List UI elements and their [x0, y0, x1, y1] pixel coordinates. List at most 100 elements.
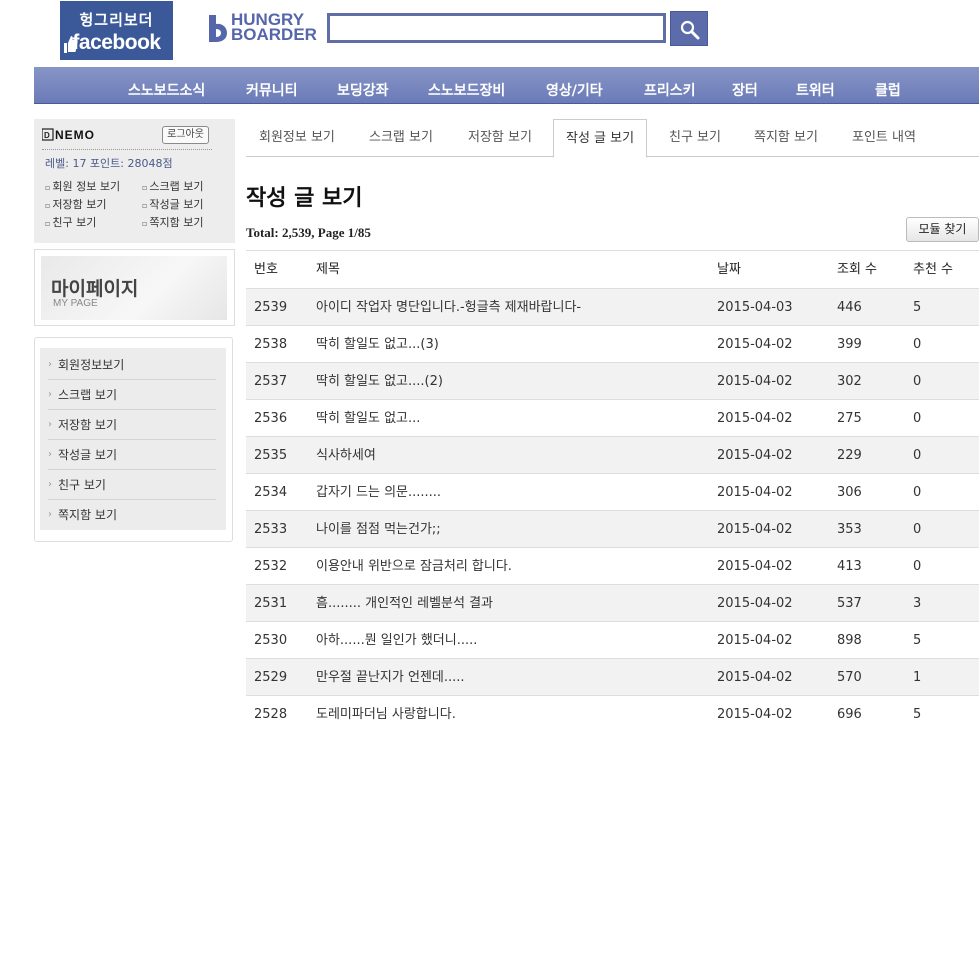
row-views: 229: [837, 448, 862, 463]
table-row: 2534 갑자기 드는 의문........ 2015-04-02 306 0: [246, 474, 979, 511]
side-menu-label: 회원정보보기: [58, 358, 125, 372]
table-row: 2532 이용안내 위반으로 잠금처리 합니다. 2015-04-02 413 0: [246, 548, 979, 585]
nav-freeski[interactable]: 프리스키: [644, 80, 696, 100]
login-link-saved[interactable]: 저장함 보기: [45, 196, 106, 212]
column-header-number: 번호: [254, 262, 278, 277]
search-button[interactable]: [670, 11, 708, 46]
login-link-my-posts[interactable]: 작성글 보기: [142, 196, 203, 212]
side-menu-list: › 회원정보보기 › 스크랩 보기 › 저장함 보기 › 작성글 보기 › 친구 보기 ›…: [40, 348, 226, 530]
tab-points[interactable]: 포인트 내역: [852, 119, 916, 157]
row-title[interactable]: 도레미파더님 사랑합니다.: [316, 696, 456, 733]
side-menu-friends[interactable]: › 친구 보기: [48, 470, 216, 500]
side-menu-saved[interactable]: › 저장함 보기: [48, 410, 216, 440]
row-number: 2536: [254, 411, 288, 426]
nav-snowboard-news[interactable]: 스노보드소식: [128, 80, 205, 100]
login-link-messages[interactable]: 쪽지함 보기: [142, 214, 203, 230]
table-row: 2535 식사하세여 2015-04-02 229 0: [246, 437, 979, 474]
row-title[interactable]: 이용안내 위반으로 잠금처리 합니다.: [316, 548, 512, 585]
login-link-scrap[interactable]: 스크랩 보기: [142, 178, 203, 194]
row-title[interactable]: 아하......뭔 일인가 했더니.....: [316, 622, 477, 659]
nav-club[interactable]: 클럽: [875, 80, 901, 100]
row-votes: 0: [913, 559, 922, 574]
side-menu-label: 작성글 보기: [58, 448, 118, 462]
tab-saved[interactable]: 저장함 보기: [468, 119, 532, 157]
nav-twitter[interactable]: 트위터: [796, 80, 835, 100]
side-menu-label: 친구 보기: [58, 478, 106, 492]
table-row: 2530 아하......뭔 일인가 했더니..... 2015-04-02 898 5: [246, 622, 979, 659]
side-menu-label: 스크랩 보기: [58, 388, 118, 402]
row-number: 2537: [254, 374, 288, 389]
side-menu-scrap[interactable]: › 스크랩 보기: [48, 380, 216, 410]
chevron-right-icon: ›: [48, 509, 52, 520]
mypage-banner-inner: 마이페이지 MY PAGE: [41, 256, 227, 320]
tab-member-info[interactable]: 회원정보 보기: [259, 119, 335, 157]
find-module-button[interactable]: 모듈 찾기: [906, 217, 979, 242]
tab-scrap[interactable]: 스크랩 보기: [369, 119, 433, 157]
table-row: 2533 나이를 점점 먹는건가;; 2015-04-02 353 0: [246, 511, 979, 548]
row-views: 302: [837, 374, 862, 389]
search-input[interactable]: [327, 13, 666, 43]
row-number: 2533: [254, 522, 288, 537]
column-header-votes[interactable]: 추천 수: [913, 251, 953, 289]
nav-market[interactable]: 장터: [732, 80, 758, 100]
nav-community[interactable]: 커뮤니티: [246, 80, 298, 100]
row-date: 2015-04-02: [717, 337, 793, 352]
side-menu-member-info[interactable]: › 회원정보보기: [48, 350, 216, 380]
tab-friends[interactable]: 친구 보기: [669, 119, 721, 157]
mypage-tabs: 회원정보 보기 스크랩 보기 저장함 보기 작성 글 보기 친구 보기 쪽지함 …: [246, 119, 979, 158]
row-title[interactable]: 식사하세여: [316, 437, 376, 474]
row-views: 353: [837, 522, 862, 537]
row-title[interactable]: 딱히 할일도 없고....(2): [316, 363, 443, 400]
row-date: 2015-04-02: [717, 633, 793, 648]
row-title[interactable]: 딱히 할일도 없고...(3): [316, 326, 439, 363]
row-views: 570: [837, 670, 862, 685]
table-row: 2539 아이디 작업자 명단입니다.-헝글측 제재바랍니다- 2015-04-03…: [246, 289, 979, 326]
row-number: 2535: [254, 448, 288, 463]
main-navigation: 스노보드소식 커뮤니티 보딩강좌 스노보드장비 영상/기타 프리스키 장터 트위…: [34, 67, 979, 104]
row-title[interactable]: 딱히 할일도 없고...: [316, 400, 420, 437]
hungryboarder-facebook-logo[interactable]: 헝그리보더 facebook: [60, 1, 173, 60]
row-votes: 3: [913, 596, 922, 611]
nav-snowboard-gear[interactable]: 스노보드장비: [428, 80, 505, 100]
column-header-date: 날짜: [717, 262, 741, 277]
row-title[interactable]: 나이를 점점 먹는건가;;: [316, 511, 441, 548]
nav-video-etc[interactable]: 영상/기타: [546, 80, 603, 100]
side-menu-my-posts[interactable]: › 작성글 보기: [48, 440, 216, 470]
table-row: 2531 흠........ 개인적인 레벨분석 결과 2015-04-02 537 3: [246, 585, 979, 622]
row-title[interactable]: 아이디 작업자 명단입니다.-헝글측 제재바랍니다-: [316, 289, 581, 326]
row-views: 898: [837, 633, 862, 648]
logout-button[interactable]: 로그아웃: [162, 126, 209, 144]
column-header-views[interactable]: 조회 수: [837, 251, 877, 289]
row-number: 2530: [254, 633, 288, 648]
search-icon: [680, 20, 700, 40]
row-number: 2539: [254, 300, 288, 315]
row-title[interactable]: 갑자기 드는 의문........: [316, 474, 441, 511]
hungry-boarder-logo[interactable]: HUNGRY BOARDER: [205, 11, 317, 45]
login-link-friends[interactable]: 친구 보기: [45, 214, 96, 230]
row-number: 2538: [254, 337, 288, 352]
row-title[interactable]: 흠........ 개인적인 레벨분석 결과: [316, 585, 493, 622]
login-link-member-info[interactable]: 회원 정보 보기: [45, 178, 120, 194]
table-header: 번호 제목 날짜 조회 수 추천 수: [246, 251, 979, 289]
row-title[interactable]: 만우절 끝난지가 언젠데.....: [316, 659, 465, 696]
tab-my-posts[interactable]: 작성 글 보기: [553, 119, 648, 158]
chevron-right-icon: ›: [48, 479, 52, 490]
row-date: 2015-04-02: [717, 596, 793, 611]
row-votes: 5: [913, 707, 922, 722]
side-menu: › 회원정보보기 › 스크랩 보기 › 저장함 보기 › 작성글 보기 › 친구 보기 ›…: [34, 337, 233, 542]
row-date: 2015-04-02: [717, 522, 793, 537]
row-number: 2531: [254, 596, 288, 611]
row-date: 2015-04-02: [717, 707, 793, 722]
row-votes: 5: [913, 633, 922, 648]
mypage-subtitle: MY PAGE: [53, 298, 98, 309]
table-row: 2528 도레미파더님 사랑합니다. 2015-04-02 696 5: [246, 696, 979, 733]
chevron-right-icon: ›: [48, 449, 52, 460]
nav-boarding-lessons[interactable]: 보딩강좌: [337, 80, 389, 100]
side-menu-messages[interactable]: › 쪽지함 보기: [48, 500, 216, 530]
tab-messages[interactable]: 쪽지함 보기: [754, 119, 818, 157]
chevron-right-icon: ›: [48, 389, 52, 400]
nemo-brand-logo: D NEMO: [42, 128, 94, 141]
row-views: 399: [837, 337, 862, 352]
row-votes: 5: [913, 300, 922, 315]
row-votes: 1: [913, 670, 922, 685]
